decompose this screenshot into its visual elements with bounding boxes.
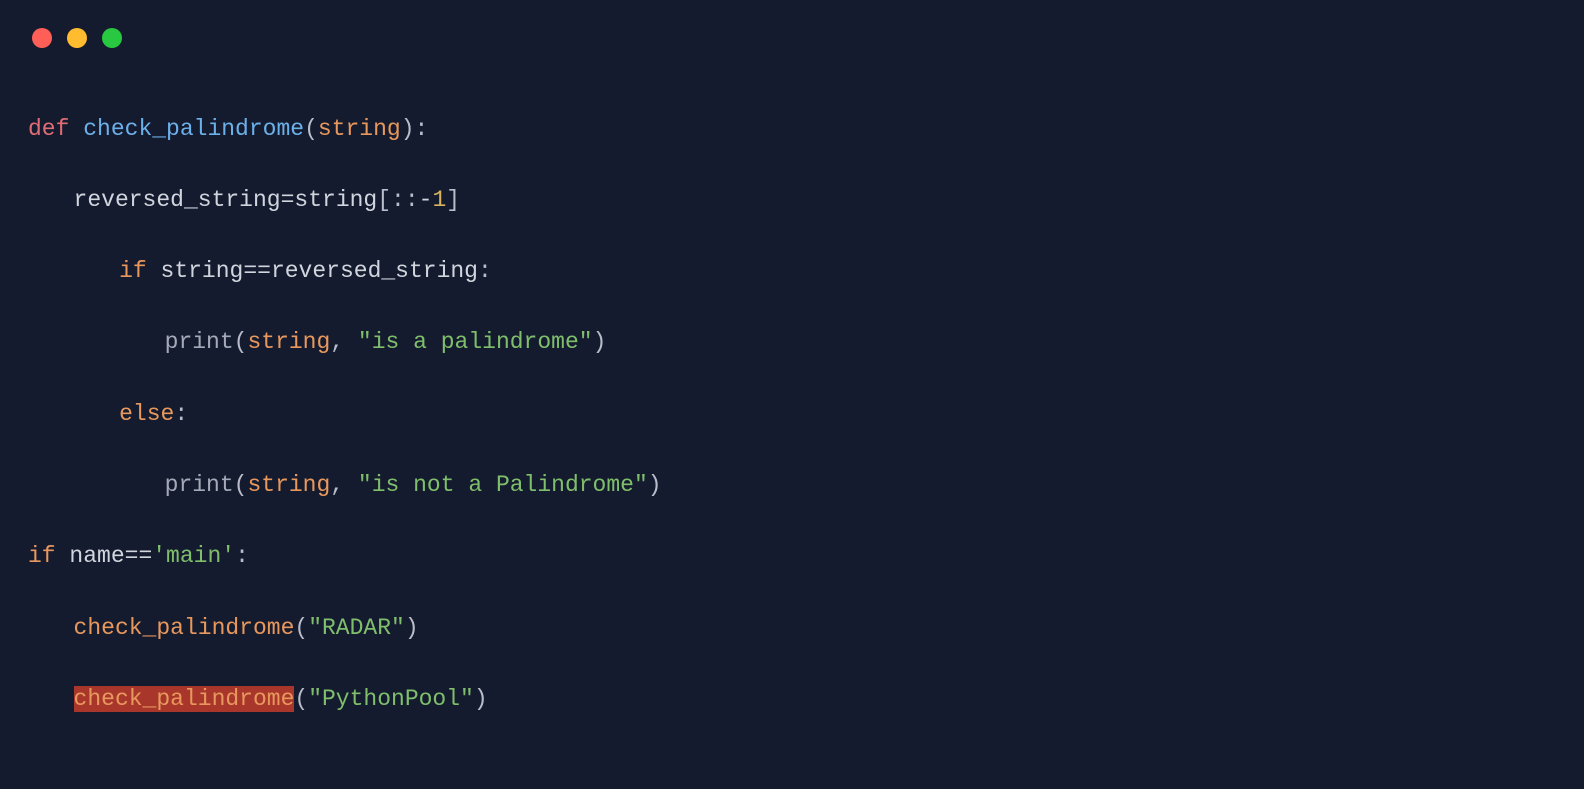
comma: ,: [330, 329, 344, 355]
identifier: reversed_string: [271, 258, 478, 284]
identifier: string: [161, 258, 244, 284]
code-line: if string==reversed_string:: [28, 254, 1556, 290]
maximize-icon[interactable]: [102, 28, 122, 48]
operator-eq: ==: [125, 543, 153, 569]
paren-close: ): [405, 615, 419, 641]
minimize-icon[interactable]: [67, 28, 87, 48]
argument: string: [247, 329, 330, 355]
function-call: check_palindrome: [74, 615, 295, 641]
code-line: print(string, "is not a Palindrome"): [28, 468, 1556, 504]
operator-eq: ==: [243, 258, 271, 284]
close-icon[interactable]: [32, 28, 52, 48]
bracket-close: ]: [446, 187, 460, 213]
operator-assign: =: [281, 187, 295, 213]
paren-open: (: [234, 329, 248, 355]
colon: :: [478, 258, 492, 284]
code-line: check_palindrome("PythonPool"): [28, 682, 1556, 718]
function-name: check_palindrome: [83, 116, 304, 142]
identifier: reversed_string: [74, 187, 281, 213]
argument: string: [247, 472, 330, 498]
window-controls: [0, 0, 1584, 48]
keyword-else: else: [119, 401, 174, 427]
string-literal: "is not a Palindrome": [358, 472, 648, 498]
paren-open: (: [234, 472, 248, 498]
paren-open: (: [304, 116, 318, 142]
slice-colon: :: [391, 187, 405, 213]
string-literal: 'main': [152, 543, 235, 569]
keyword-def: def: [28, 116, 69, 142]
paren-open: (: [294, 615, 308, 641]
builtin-print: print: [165, 472, 234, 498]
colon: :: [235, 543, 249, 569]
colon: :: [174, 401, 188, 427]
code-editor[interactable]: def check_palindrome(string): reversed_s…: [0, 48, 1584, 789]
paren-close: ): [593, 329, 607, 355]
paren-close: ): [648, 472, 662, 498]
code-window: def check_palindrome(string): reversed_s…: [0, 0, 1584, 580]
keyword-if: if: [28, 543, 56, 569]
string-literal: "is a palindrome": [358, 329, 593, 355]
code-line: reversed_string=string[::-1]: [28, 183, 1556, 219]
string-literal: "RADAR": [308, 615, 405, 641]
code-line: check_palindrome("RADAR"): [28, 611, 1556, 647]
parameter: string: [318, 116, 401, 142]
identifier: string: [294, 187, 377, 213]
highlighted-selection[interactable]: check_palindrome: [74, 686, 295, 712]
colon: :: [415, 116, 429, 142]
code-line: if name=='main':: [28, 539, 1556, 575]
operator-minus: -: [419, 187, 433, 213]
code-line: else:: [28, 397, 1556, 433]
builtin-print: print: [165, 329, 234, 355]
string-literal: "PythonPool": [308, 686, 474, 712]
bracket-open: [: [377, 187, 391, 213]
code-line: print(string, "is a palindrome"): [28, 325, 1556, 361]
comma: ,: [330, 472, 344, 498]
paren-open: (: [294, 686, 308, 712]
code-line: def check_palindrome(string):: [28, 112, 1556, 148]
keyword-if: if: [119, 258, 147, 284]
paren-close: ): [474, 686, 488, 712]
paren-close: ): [401, 116, 415, 142]
number-literal: 1: [432, 187, 446, 213]
identifier: name: [69, 543, 124, 569]
slice-colon: :: [405, 187, 419, 213]
